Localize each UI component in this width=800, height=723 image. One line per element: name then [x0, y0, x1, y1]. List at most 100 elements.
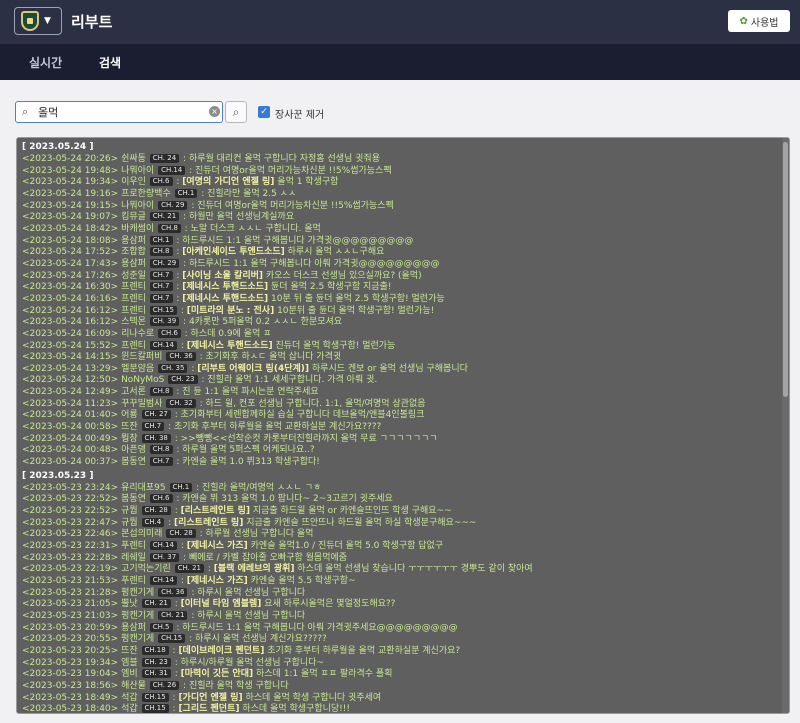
message-time: <2023-05-24 14:15> — [22, 352, 119, 363]
message-time: <2023-05-23 22:31> — [22, 541, 119, 551]
scrollbar-thumb[interactable] — [783, 142, 788, 397]
remove-merchants-label: 장사꾼 제거 — [275, 110, 325, 121]
channel-badge: CH. 21 — [141, 599, 171, 609]
message-row[interactable]: <2023-05-23 22:31> 푸렌티 CH.14 : [제네시스 가즈]… — [22, 541, 782, 553]
item-link: [가디언 엔젤 링] — [178, 692, 243, 703]
message-text: 하루시/하루월 올먹 선생님 구합니다~ — [180, 657, 325, 668]
message-row[interactable]: <2023-05-24 16:30> 프렌티 CH.7 : [제네시스 투핸드소… — [22, 282, 782, 294]
sender-name: 엠블 — [121, 657, 138, 668]
message-time: <2023-05-24 01:40> — [22, 410, 119, 421]
item-link: [제네시스 투핸드소드] — [182, 293, 269, 304]
message-row[interactable]: <2023-05-23 19:04> 엠비 CH. 31 : [마력이 깃든 안… — [22, 669, 782, 681]
message-row[interactable]: <2023-05-23 22:52> 봄동연 CH.6 : 카엔슬 뷔 313 … — [22, 494, 782, 506]
message-row[interactable]: <2023-05-24 00:48> 아픈뎅 CH.8 : 하루월 올먹 5퍼스… — [22, 445, 782, 457]
server-select-button[interactable]: ▼ — [14, 7, 62, 35]
message-row[interactable]: <2023-05-23 18:40> 석갑 CH.15 : [그리드 펜던트] … — [22, 704, 782, 713]
message-row[interactable]: <2023-05-24 14:15> 윈드칼퍼비 CH. 36 : 초기화후 하… — [22, 352, 782, 364]
message-row[interactable]: <2023-05-24 19:16> 프로한량백수 CH.1 : 진힐라만 올먹… — [22, 188, 782, 201]
message-text: 하루월 올먹 5퍼스펙 어케되나요..? — [182, 445, 315, 456]
channel-badge: CH.8 — [149, 247, 173, 257]
sender-name: 용삼퍼 — [121, 258, 146, 269]
message-row[interactable]: <2023-05-23 22:28> 레쉐일 CH. 37 : 뻬에로 / 카벨… — [22, 552, 782, 565]
message-text: 카오스 더스크 선생님 있으실까요? (올먹) — [265, 270, 422, 281]
message-row[interactable]: <2023-05-24 19:07> 킴뮤글 CH. 21 : 하월만 올먹 선… — [22, 212, 782, 224]
channel-badge: CH.6 — [149, 177, 173, 187]
message-row[interactable]: <2023-05-24 01:40> 어룡 CH. 27 : 초기화부터 세렌합… — [22, 410, 782, 422]
message-row[interactable]: <2023-05-24 18:42> 바캐썸이 CH.8 : 노말 더스크 ㅅㅅ… — [22, 223, 782, 236]
channel-badge: CH. 29 — [149, 258, 180, 268]
message-row[interactable]: <2023-05-24 16:12> 스텍몬 CH. 39 : 4카롯만 5퍼올… — [22, 317, 782, 329]
clear-search-icon[interactable]: × — [209, 106, 220, 117]
message-row[interactable]: <2023-05-24 16:09> 리나수로 CH.6 : 하스데 0.9에 … — [22, 328, 782, 341]
message-row[interactable]: <2023-05-23 18:49> 석갑 CH.15 : [가디언 엔젤 링]… — [22, 692, 782, 705]
message-row[interactable]: <2023-05-23 22:46> 본섭의미래 CH. 28 : 하루월 선생… — [22, 529, 782, 541]
message-row[interactable]: <2023-05-23 23:24> 유리대포95 CH.1 : 진힐라 올먹/… — [22, 482, 782, 495]
message-row[interactable]: <2023-05-23 21:03> 펑캔기게 CH. 21 : 하루시 올먹 … — [22, 610, 782, 623]
date-header: [ 2023.05.24 ] — [22, 142, 94, 152]
message-row[interactable]: <2023-05-24 17:52> 조합합 CH.8 : [아케인셰이드 투앤… — [22, 247, 782, 259]
message-row[interactable]: <2023-05-24 20:26> 쉰싸동 CH. 24 : 하루월 대리컨 … — [22, 154, 782, 166]
message-time: <2023-05-24 18:42> — [22, 223, 119, 234]
message-row[interactable]: <2023-05-24 00:37> 봄동연 CH.7 : 카엔슬 올먹 1.0… — [22, 457, 782, 469]
message-row[interactable]: <2023-05-24 00:58> 뜨잔 CH.7 : 초기화 후부터 하루월… — [22, 422, 782, 434]
message-row[interactable]: <2023-05-23 21:28> 펑캔기게 CH. 36 : 하루시 올먹 … — [22, 587, 782, 600]
sender-name: 킴뮤글 — [121, 212, 146, 223]
message-row[interactable]: <2023-05-23 21:05> 뿔낫 CH. 21 : [이터널 타임 엠… — [22, 599, 782, 611]
message-row[interactable]: <2023-05-24 12:49> 고서론 CH.8 : 진 듄 1:1 올먹… — [22, 387, 782, 399]
search-input[interactable] — [38, 104, 208, 120]
message-row[interactable]: <2023-05-24 16:12> 프렌티 CH.15 : [미트라의 분노 … — [22, 305, 782, 318]
tab-search[interactable]: 검색 — [99, 54, 121, 71]
channel-badge: CH.8 — [158, 223, 181, 233]
message-text: 뻬에로 / 카벨 잡아줄 오빠구함 월몹먹에줌 — [188, 552, 348, 563]
message-row[interactable]: <2023-05-24 19:48> 나뭐아이 CH.14 : 진듀더 여명or… — [22, 165, 782, 178]
message-time: <2023-05-23 22:52> — [22, 494, 119, 505]
message-row[interactable]: <2023-05-23 20:25> 뜨잔 CH.18 : [데이브레이크 펜던… — [22, 645, 782, 658]
message-row[interactable]: <2023-05-23 22:47> 규뭡 CH.4 : [리스트레인트 링] … — [22, 517, 782, 530]
message-row[interactable]: <2023-05-24 11:23> 꾸꾸밀범사 CH. 32 : 하드 윌, … — [22, 398, 782, 411]
message-row[interactable]: <2023-05-24 17:26> 성준일 CH.7 : [사이닝 소울 칼리… — [22, 270, 782, 283]
sender-name: 고서론 — [121, 387, 146, 398]
message-row[interactable]: <2023-05-24 00:49> 뭥장 CH. 38 : >>뺑뺑<<선착순… — [22, 433, 782, 446]
message-row[interactable]: <2023-05-24 19:34> 이우인 CH.6 : [여명의 가디언 엔… — [22, 177, 782, 189]
message-row[interactable]: <2023-05-24 19:15> 나뭐아이 CH. 29 : 진듀더 여명o… — [22, 200, 782, 213]
channel-badge: CH. 36 — [158, 587, 188, 597]
message-text: 노말 더스크 ㅅㅅㄴ 구합니다. 올먹 — [190, 223, 321, 234]
message-row[interactable]: <2023-05-24 15:52> 프렌티 CH.14 : [제네시스 투핸드… — [22, 340, 782, 353]
app-title: 리부트 — [71, 13, 113, 31]
message-text: 하루시 올먹 선생님 구합니다 — [197, 587, 306, 598]
message-time: <2023-05-23 19:34> — [22, 657, 119, 668]
tab-realtime[interactable]: 실시간 — [29, 54, 62, 71]
channel-badge: CH.6 — [149, 494, 173, 504]
search-box: ⌕ × — [15, 101, 223, 123]
channel-badge: CH. 36 — [166, 352, 196, 362]
message-row[interactable]: <2023-05-24 16:16> 프렌티 CH.7 : [제네시스 투핸드소… — [22, 293, 782, 306]
message-time: <2023-05-23 21:05> — [22, 599, 119, 610]
message-row[interactable]: <2023-05-24 18:08> 용삼퍼 CH.1 : 하드루시드 1:1 … — [22, 235, 782, 248]
message-time: <2023-05-23 19:04> — [22, 669, 119, 680]
message-row[interactable]: <2023-05-23 20:59> 용삼퍼 CH.5 : 하드루시드 1:1 … — [22, 622, 782, 635]
results-panel[interactable]: [ 2023.05.24 ] <2023-05-24 20:26> 쉰싸동 CH.… — [16, 137, 790, 714]
message-row[interactable]: <2023-05-23 21:53> 푸렌티 CH.14 : [제네시스 가즈]… — [22, 575, 782, 588]
message-time: <2023-05-24 17:43> — [22, 258, 119, 269]
message-row[interactable]: <2023-05-24 13:29> 멜분얌음 CH. 35 : [리부트 어웨… — [22, 363, 782, 376]
message-row[interactable]: <2023-05-23 18:56> 해산물 CH. 26 : 진힐라 올먹 학… — [22, 680, 782, 693]
message-time: <2023-05-24 19:48> — [22, 165, 119, 176]
message-time: <2023-05-24 19:07> — [22, 212, 119, 223]
message-row[interactable]: <2023-05-23 19:34> 엠블 CH. 23 : 하루시/하루월 올… — [22, 657, 782, 670]
scrollbar[interactable] — [782, 138, 789, 713]
message-row[interactable]: <2023-05-23 22:19> 고기먹는기린 CH. 21 : [블랙 에… — [22, 564, 782, 576]
message-time: <2023-05-24 00:48> — [22, 445, 119, 456]
message-row[interactable]: <2023-05-24 12:50> NoNyMoS CH. 23 : 진힐라 … — [22, 375, 782, 387]
message-row[interactable]: <2023-05-23 22:52> 규뭡 CH. 28 : [리스트레인트 링… — [22, 506, 782, 518]
sender-name: 펑캔기게 — [121, 634, 155, 645]
message-row[interactable]: <2023-05-23 20:55> 펑캔기게 CH.15 : 하루시 올먹 선… — [22, 634, 782, 646]
channel-badge: CH.14 — [149, 575, 177, 585]
search-button[interactable]: ⌕ — [225, 101, 247, 123]
nav-bar: 실시간 검색 — [0, 44, 800, 80]
message-text: 카엔슬 올먹 5.5 학생구함~ — [250, 575, 356, 586]
message-row[interactable]: <2023-05-24 17:43> 용삼퍼 CH. 29 : 하드루시드 1:… — [22, 258, 782, 271]
guide-button[interactable]: ✿ 사용법 — [728, 10, 790, 32]
message-time: <2023-05-23 22:46> — [22, 529, 119, 540]
remove-merchants-checkbox[interactable]: ✓ — [258, 106, 270, 118]
message-time: <2023-05-23 20:59> — [22, 622, 119, 633]
